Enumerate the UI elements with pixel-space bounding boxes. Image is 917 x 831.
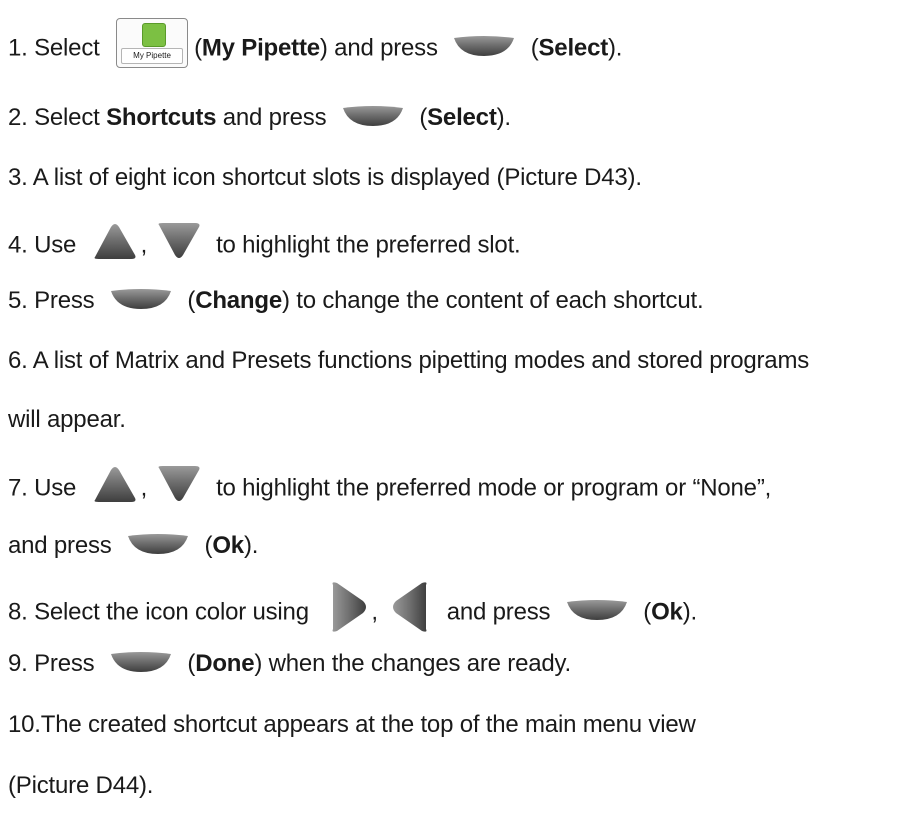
step-7-continued: and press (Ok). xyxy=(8,532,259,559)
step-number: 6. xyxy=(8,347,28,374)
down-arrow-key-icon xyxy=(158,466,200,501)
step-6: 6. A list of Matrix and Presets function… xyxy=(8,347,810,374)
up-arrow-key-icon xyxy=(94,224,136,259)
softkey-button-icon xyxy=(110,288,171,309)
step-6-continued: will appear. xyxy=(8,406,126,433)
step-number: 8. xyxy=(8,598,28,626)
softkey-button-icon xyxy=(110,651,171,672)
step-number: 7. xyxy=(8,474,28,502)
step-5: 5. Press (Change) to change the content … xyxy=(8,287,704,314)
right-arrow-key-icon xyxy=(332,582,367,632)
my-pipette-app-icon: My Pipette xyxy=(116,18,189,68)
step-number: 10. xyxy=(8,711,41,738)
down-arrow-key-icon xyxy=(158,223,200,258)
step-2: 2. Select Shortcuts and press (Select). xyxy=(8,104,511,131)
step-10: 10.The created shortcut appears at the t… xyxy=(8,711,696,738)
step-number: 5. xyxy=(8,287,28,314)
softkey-button-icon xyxy=(566,600,627,620)
softkey-button-icon xyxy=(128,533,189,554)
step-9: 9. Press (Done) when the changes are rea… xyxy=(8,650,572,677)
step-8: 8. Select the icon color using , and pre… xyxy=(8,582,917,639)
step-number: 2. xyxy=(8,104,28,131)
left-arrow-key-icon xyxy=(393,582,427,632)
step-4: 4. Use , to highlight the preferred slot… xyxy=(8,223,917,266)
step-number: 9. xyxy=(8,650,28,677)
step-7: 7. Use , to highlight the preferred mode… xyxy=(8,466,917,509)
step-3: 3. A list of eight icon shortcut slots i… xyxy=(8,164,642,191)
step-number: 1. xyxy=(8,34,28,62)
step-number: 3. xyxy=(8,164,28,191)
step-10-continued: (Picture D44). xyxy=(8,772,154,799)
up-arrow-key-icon xyxy=(94,467,136,502)
softkey-button-icon xyxy=(454,36,515,56)
step-number: 4. xyxy=(8,231,28,259)
step-1: 1. Select My Pipette (My Pipette) and pr… xyxy=(8,18,917,74)
softkey-button-icon xyxy=(342,105,403,126)
